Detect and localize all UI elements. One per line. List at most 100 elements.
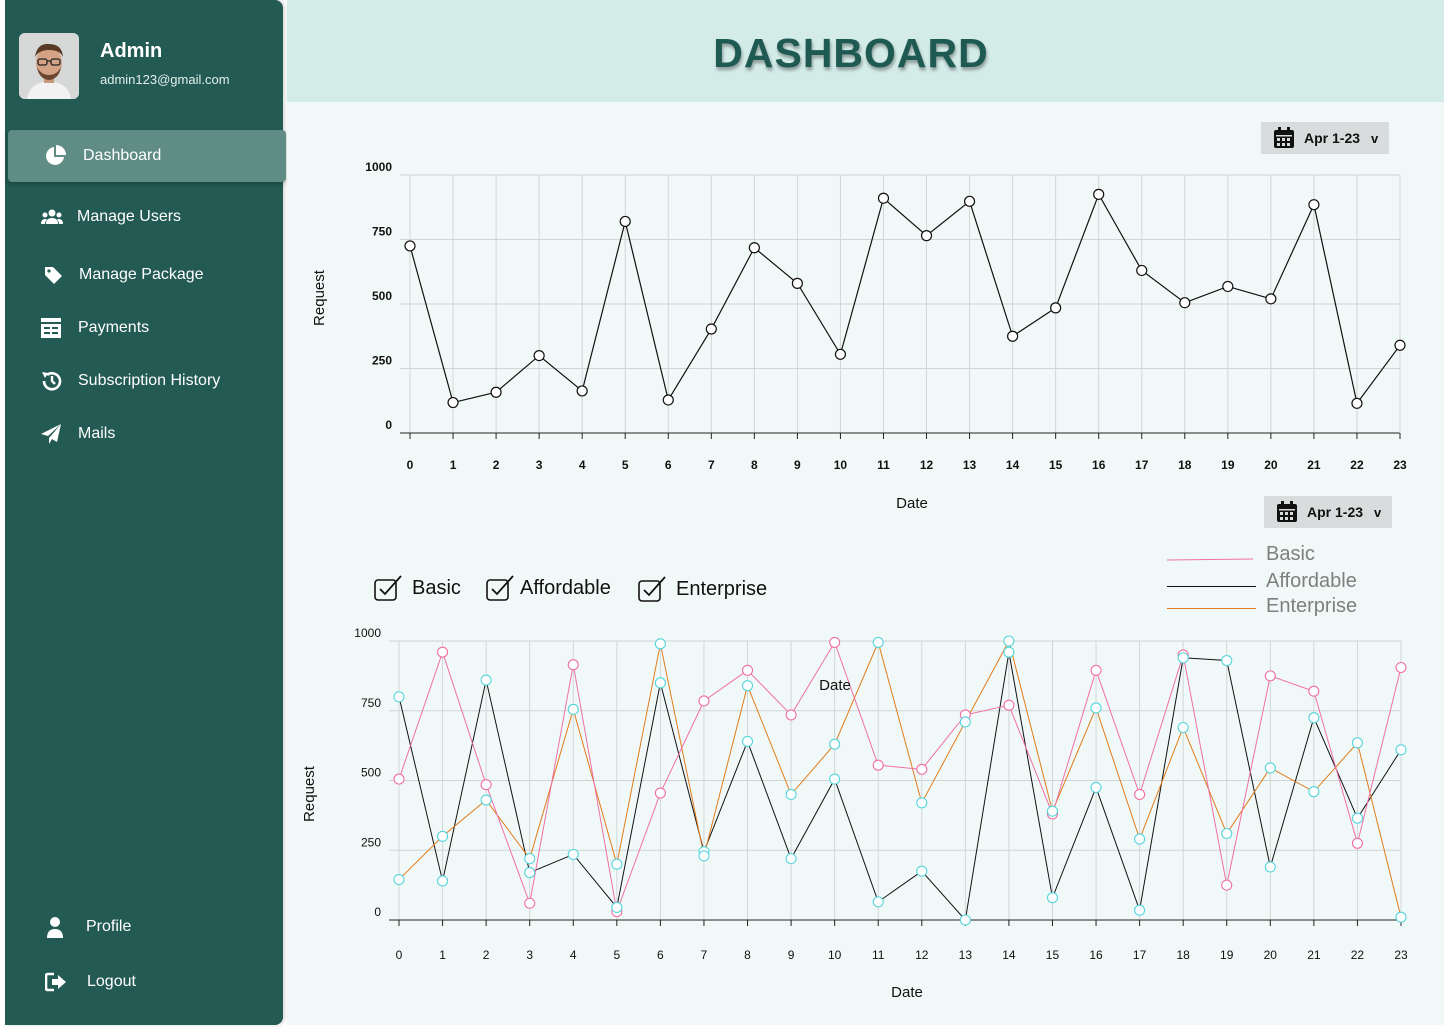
history-icon [40, 369, 64, 393]
x-tick-label: 3 [526, 948, 533, 962]
data-point [404, 240, 416, 252]
sidebar-item-payments[interactable]: Payments [5, 302, 283, 354]
data-point [533, 350, 545, 362]
x-tick-label: 15 [1046, 948, 1060, 962]
data-point [1308, 199, 1320, 211]
x-tick-label: 11 [872, 948, 885, 962]
data-point-enterprise [1134, 833, 1146, 845]
data-point-affordable [1134, 904, 1146, 916]
filter-label: Basic [412, 576, 461, 599]
x-tick-label: 1 [450, 458, 457, 472]
data-point-affordable [567, 848, 579, 860]
filter-basic[interactable]: Basic [373, 574, 461, 602]
data-point-basic [785, 709, 797, 721]
avatar[interactable] [19, 33, 79, 99]
data-point-enterprise [480, 794, 492, 806]
data-point [1007, 330, 1019, 342]
sidebar-item-subscription-history[interactable]: Subscription History [5, 355, 283, 407]
date-range-picker-1[interactable]: Apr 1-23 v [1261, 122, 1389, 154]
data-point-enterprise [1046, 805, 1059, 817]
data-point-affordable [741, 735, 754, 747]
y-tick-label: 1000 [365, 160, 392, 174]
y-tick-label: 1000 [354, 626, 381, 640]
data-point-enterprise [698, 850, 710, 862]
sidebar-item-logout[interactable]: Logout [5, 956, 283, 1008]
data-point-enterprise [1221, 827, 1233, 840]
data-point-enterprise [1264, 762, 1276, 774]
x-tick-label: 2 [483, 948, 490, 962]
data-point [490, 386, 502, 398]
data-point-enterprise [785, 788, 797, 801]
x-tick-label: 20 [1264, 458, 1278, 472]
data-point-enterprise [611, 858, 623, 870]
filter-label: Affordable [520, 576, 611, 599]
x-tick-label: 21 [1307, 458, 1321, 472]
sidebar: Admin admin123@gmail.com Dashboard Manag… [5, 0, 286, 1025]
sidebar-item-dashboard[interactable]: Dashboard [8, 130, 286, 182]
data-point-basic [437, 646, 449, 658]
data-point-basic [872, 759, 884, 771]
data-point-affordable [1395, 744, 1407, 756]
x-tick-label: 8 [744, 948, 751, 962]
data-point [963, 195, 976, 207]
x-tick-label: 22 [1350, 458, 1364, 472]
data-point [662, 394, 674, 406]
x-tick-label: 9 [788, 948, 795, 962]
y-tick-label: 250 [361, 835, 381, 849]
x-tick-label: 5 [613, 948, 620, 962]
data-point-basic [741, 664, 754, 676]
data-point [1136, 264, 1148, 277]
x-tick-label: 11 [877, 458, 890, 472]
y-tick-label: 0 [385, 418, 392, 432]
sidebar-item-profile[interactable]: Profile [5, 901, 283, 953]
data-point-basic [567, 659, 579, 671]
data-point-affordable [654, 677, 666, 689]
data-point-affordable [1177, 652, 1189, 664]
data-point-enterprise [524, 853, 536, 865]
x-tick-label: 23 [1393, 458, 1407, 472]
data-point-enterprise [654, 638, 666, 650]
sidebar-item-manage-package[interactable]: Manage Package [5, 249, 283, 301]
data-point-basic [1264, 670, 1276, 682]
data-point-affordable [611, 901, 623, 913]
x-tick-label: 0 [396, 948, 403, 962]
data-point-enterprise [1177, 721, 1189, 734]
y-tick-label: 750 [361, 696, 381, 710]
data-point-enterprise [1003, 635, 1015, 647]
y-tick-label: 750 [372, 225, 392, 239]
data-point-affordable [393, 691, 405, 703]
filter-affordable[interactable]: Affordable [485, 574, 611, 602]
filter-enterprise[interactable]: Enterprise [637, 575, 767, 603]
data-point-affordable [1351, 812, 1363, 824]
x-tick-label: 16 [1092, 458, 1106, 472]
legend-label-affordable: Affordable [1266, 570, 1357, 592]
y-axis-title: Request [301, 765, 318, 822]
data-point-basic [698, 695, 710, 707]
data-point-basic [1221, 879, 1233, 891]
series-line-basic [398, 641, 1402, 914]
date-range-picker-2[interactable]: Apr 1-23 v [1264, 496, 1392, 528]
send-icon [39, 422, 63, 446]
data-point-basic [1308, 685, 1320, 697]
legend-swatch-enterprise [1167, 608, 1256, 609]
x-tick-label: 19 [1220, 948, 1234, 962]
x-tick-label: 4 [579, 458, 586, 472]
data-point-basic [1003, 699, 1015, 711]
data-point [576, 385, 588, 397]
data-point-enterprise [1351, 737, 1363, 749]
x-tick-label: 12 [920, 458, 934, 472]
data-point-affordable [1046, 892, 1059, 904]
date-range-label: Apr 1-23 [1304, 130, 1361, 146]
y-tick-label: 250 [372, 354, 392, 368]
data-point-affordable [524, 867, 536, 879]
x-tick-label: 2 [493, 458, 500, 472]
data-point-enterprise [1395, 911, 1407, 923]
sidebar-item-mails[interactable]: Mails [5, 408, 283, 460]
sidebar-item-label: Subscription History [78, 372, 221, 389]
data-point-enterprise [959, 716, 971, 728]
data-point-affordable [1221, 654, 1233, 667]
data-point-basic [1395, 661, 1407, 674]
series-line-affordable [398, 652, 1402, 922]
sidebar-item-manage-users[interactable]: Manage Users [5, 191, 283, 243]
date-range-label: Apr 1-23 [1307, 504, 1364, 520]
